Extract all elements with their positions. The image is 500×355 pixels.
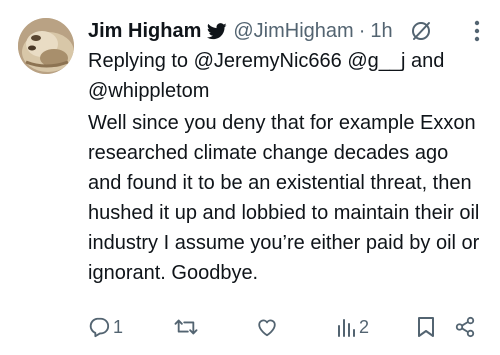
twitter-bird-icon xyxy=(207,22,228,40)
tweet-header: Jim Higham @JimHigham · 1h xyxy=(88,14,480,48)
action-bar: 1 2 xyxy=(88,312,488,342)
retweet-button[interactable] xyxy=(174,312,201,342)
bookmark-button[interactable] xyxy=(416,312,436,342)
tweet-text: Well since you deny that for example Exx… xyxy=(88,112,480,284)
tweet: Jim Higham @JimHigham · 1h Replying to @… xyxy=(0,0,500,355)
views-count: 2 xyxy=(359,316,370,337)
heart-icon xyxy=(256,316,278,338)
share-button[interactable] xyxy=(454,312,476,342)
avatar[interactable] xyxy=(18,18,74,74)
mention-link[interactable]: @g__j xyxy=(347,50,405,72)
header-separator: · xyxy=(358,19,366,42)
author-name[interactable]: Jim Higham xyxy=(88,20,201,43)
views-chart-icon xyxy=(336,316,356,338)
reply-count: 1 xyxy=(113,316,124,337)
edit-slashed-circle-icon[interactable] xyxy=(409,19,433,43)
share-icon xyxy=(454,316,476,338)
mention-link[interactable]: @JeremyNic666 xyxy=(194,50,342,72)
reply-icon xyxy=(88,316,110,338)
author-handle[interactable]: @JimHigham xyxy=(233,20,353,43)
more-vertical-icon[interactable] xyxy=(474,20,480,42)
views-button[interactable]: 2 xyxy=(336,312,369,342)
retweet-icon xyxy=(174,316,198,338)
mention-link[interactable]: @whippletom xyxy=(88,80,209,102)
tweet-timestamp[interactable]: 1h xyxy=(370,20,392,43)
reply-button[interactable]: 1 xyxy=(88,312,123,342)
replying-prefix: Replying to xyxy=(88,50,194,72)
replying-to: Replying to @JeremyNic666 @g__j and @whi… xyxy=(88,46,473,106)
bookmark-icon xyxy=(416,316,436,338)
like-button[interactable] xyxy=(256,312,281,342)
replying-and: and xyxy=(405,50,445,72)
avatar-image xyxy=(18,18,74,74)
